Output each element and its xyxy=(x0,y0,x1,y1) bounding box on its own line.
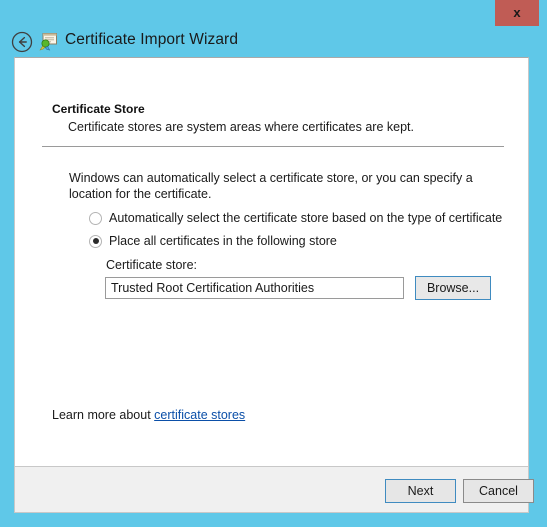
window-title: Certificate Import Wizard xyxy=(65,31,239,48)
heading-divider xyxy=(42,146,504,147)
title-bar: x Certificate Import Wizard xyxy=(0,0,547,57)
page-subtitle: Certificate stores are system areas wher… xyxy=(68,120,414,134)
cancel-button[interactable]: Cancel xyxy=(463,479,534,503)
page-title: Certificate Store xyxy=(52,102,145,116)
certificate-store-label: Certificate store: xyxy=(106,258,198,272)
certificate-store-input[interactable] xyxy=(105,277,404,299)
radio-label-automatic: Automatically select the certificate sto… xyxy=(109,211,503,225)
certificate-icon xyxy=(39,32,58,51)
description-text: Windows can automatically select a certi… xyxy=(69,171,473,201)
close-button[interactable]: x xyxy=(495,0,539,26)
back-arrow-icon[interactable] xyxy=(11,31,33,53)
radio-mark-place[interactable] xyxy=(89,234,102,248)
radio-option-automatic-store[interactable]: Automatically select the certificate sto… xyxy=(89,211,502,225)
footer-bar: Next Cancel xyxy=(14,466,534,513)
learn-more-text: Learn more about xyxy=(52,408,155,422)
radio-label-place: Place all certificates in the following … xyxy=(109,234,337,248)
next-button[interactable]: Next xyxy=(385,479,456,503)
radio-option-place-in-store[interactable]: Place all certificates in the following … xyxy=(89,234,337,248)
browse-button[interactable]: Browse... xyxy=(415,276,491,300)
certificate-stores-link[interactable]: certificate stores xyxy=(154,408,245,422)
learn-more-row: Learn more about certificate stores xyxy=(52,408,245,422)
content-pane: Certificate Store Certificate stores are… xyxy=(14,57,529,466)
radio-mark-automatic[interactable] xyxy=(89,211,102,225)
certificate-import-wizard-window: x Certificate Import Wizard Certificate … xyxy=(0,0,547,527)
